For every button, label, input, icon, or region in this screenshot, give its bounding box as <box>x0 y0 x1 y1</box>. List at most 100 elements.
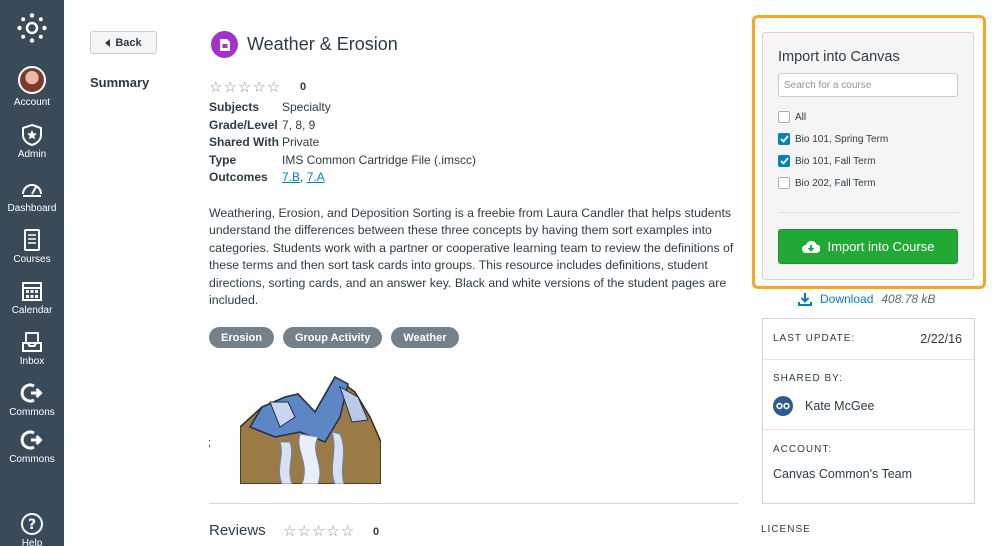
import-panel-title: Import into Canvas <box>778 49 900 65</box>
canvas-logo-icon[interactable] <box>16 12 48 44</box>
account-value: Canvas Common's Team <box>773 467 913 481</box>
summary-label: Summary <box>90 75 150 90</box>
rating-count: 0 <box>300 81 307 93</box>
type-value: IMS Common Cartridge File (.imscc) <box>282 152 477 167</box>
cloud-download-icon <box>801 240 820 253</box>
section-divider <box>209 503 738 504</box>
subjects-value: Specialty <box>282 100 331 114</box>
nav-commons-1[interactable]: Commons <box>0 381 64 418</box>
commons-arrow-icon <box>20 430 43 450</box>
shared-by-name[interactable]: Kate McGee <box>805 399 874 413</box>
shield-star-icon <box>22 123 42 147</box>
nav-account-label: Account <box>13 97 51 108</box>
help-icon: ? <box>21 513 43 535</box>
last-update-label: LAST UPDATE: <box>773 333 856 344</box>
course-search-input[interactable] <box>778 73 958 97</box>
star-icon: ☆ <box>223 79 237 96</box>
tag-group-activity[interactable]: Group Activity <box>282 327 383 348</box>
nav-calendar[interactable]: Calendar <box>0 279 64 316</box>
commons-arrow-icon <box>20 383 43 403</box>
page-title: Weather & Erosion <box>247 34 398 54</box>
inbox-icon <box>22 332 42 352</box>
avatar <box>18 66 46 94</box>
panel-divider <box>778 212 959 213</box>
outcome-link[interactable]: 7.B <box>282 170 300 184</box>
nav-help[interactable]: ? Help <box>0 512 64 546</box>
file-size: 408.78 kB <box>881 292 936 306</box>
course-option-bio101-fall[interactable]: Bio 101, Fall Term <box>778 155 875 167</box>
document-type-icon <box>211 31 238 58</box>
book-icon <box>24 229 40 251</box>
resource-info-card: LAST UPDATE: 2/22/16 SHARED BY: Kate McG… <box>762 318 975 504</box>
course-option-label: Bio 202, Fall Term <box>795 177 876 189</box>
course-option-label: All <box>795 111 807 123</box>
course-option-all[interactable]: All <box>778 111 806 123</box>
reviews-count: 0 <box>373 526 380 538</box>
nav-account[interactable]: Account <box>0 66 64 108</box>
import-into-course-button[interactable]: Import into Course <box>778 229 958 264</box>
nav-calendar-label: Calendar <box>11 305 53 316</box>
checkmark-icon <box>779 157 789 165</box>
reviews-heading: Reviews <box>209 522 266 539</box>
back-triangle-icon <box>105 38 111 47</box>
reviews-rating-stars[interactable]: ☆ ☆ ☆ ☆ ☆ <box>283 522 354 540</box>
nav-inbox[interactable]: Inbox <box>0 330 64 367</box>
info-divider <box>763 359 974 360</box>
checkbox-checked[interactable] <box>778 155 790 167</box>
shared-by-label: SHARED BY: <box>773 373 844 384</box>
nav-admin-label: Admin <box>17 149 47 160</box>
shared-value: Private <box>282 135 320 149</box>
rating-stars[interactable]: ☆ ☆ ☆ ☆ ☆ <box>209 78 280 96</box>
outcome-separator: , <box>300 170 307 184</box>
download-row: Download 408.78 kB <box>798 292 935 306</box>
star-icon: ☆ <box>252 79 266 96</box>
info-divider <box>763 429 974 430</box>
course-option-bio202-fall[interactable]: Bio 202, Fall Term <box>778 177 875 189</box>
metadata-list: Subjects Specialty Grade/Level 7, 8, 9 Sha… <box>209 99 476 187</box>
download-icon[interactable] <box>798 292 812 306</box>
star-icon: ☆ <box>311 523 326 540</box>
star-icon: ☆ <box>340 523 355 540</box>
calendar-icon <box>22 282 42 301</box>
last-update-value: 2/22/16 <box>920 332 962 346</box>
license-label: LICENSE <box>761 524 811 535</box>
nav-help-label: Help <box>21 538 43 546</box>
grade-key: Grade/Level <box>209 117 278 132</box>
import-button-label: Import into Course <box>827 239 935 254</box>
back-button[interactable]: Back <box>90 31 157 54</box>
tag-list: Erosion Group Activity Weather <box>209 327 459 348</box>
nav-inbox-label: Inbox <box>19 356 45 367</box>
checkbox[interactable] <box>778 111 790 123</box>
download-link[interactable]: Download <box>820 292 873 306</box>
svg-text:?: ? <box>28 517 36 533</box>
nav-commons-label: Commons <box>9 407 55 418</box>
star-icon: ☆ <box>326 523 340 540</box>
stray-character: ; <box>208 437 212 449</box>
nav-dashboard[interactable]: Dashboard <box>0 177 64 214</box>
account-label: ACCOUNT: <box>773 444 833 455</box>
subjects-key: Subjects <box>209 100 260 114</box>
dashboard-gauge-icon <box>22 184 42 197</box>
star-icon: ☆ <box>266 79 281 96</box>
resource-description: Weathering, Erosion, and Deposition Sort… <box>209 206 734 308</box>
outcome-link[interactable]: 7.A <box>307 170 325 184</box>
back-button-label: Back <box>115 36 142 49</box>
nav-courses[interactable]: Courses <box>0 228 64 265</box>
checkbox[interactable] <box>778 177 790 189</box>
checkbox-checked[interactable] <box>778 133 790 145</box>
global-nav: Account Admin Dashboard Courses Calendar… <box>0 0 64 546</box>
grade-value: 7, 8, 9 <box>282 117 316 132</box>
star-icon: ☆ <box>237 79 252 96</box>
user-avatar-icon <box>773 396 793 416</box>
nav-commons-label: Commons <box>9 454 55 465</box>
tag-erosion[interactable]: Erosion <box>209 327 274 348</box>
tag-weather[interactable]: Weather <box>391 327 459 348</box>
nav-commons-2[interactable]: Commons <box>0 428 64 465</box>
nav-dashboard-label: Dashboard <box>7 203 57 214</box>
nav-admin[interactable]: Admin <box>0 123 64 160</box>
star-icon: ☆ <box>297 523 311 540</box>
shared-key: Shared With <box>209 135 279 149</box>
course-option-label: Bio 101, Spring Term <box>795 133 889 145</box>
course-option-bio101-spring[interactable]: Bio 101, Spring Term <box>778 133 888 145</box>
star-icon: ☆ <box>283 523 297 540</box>
